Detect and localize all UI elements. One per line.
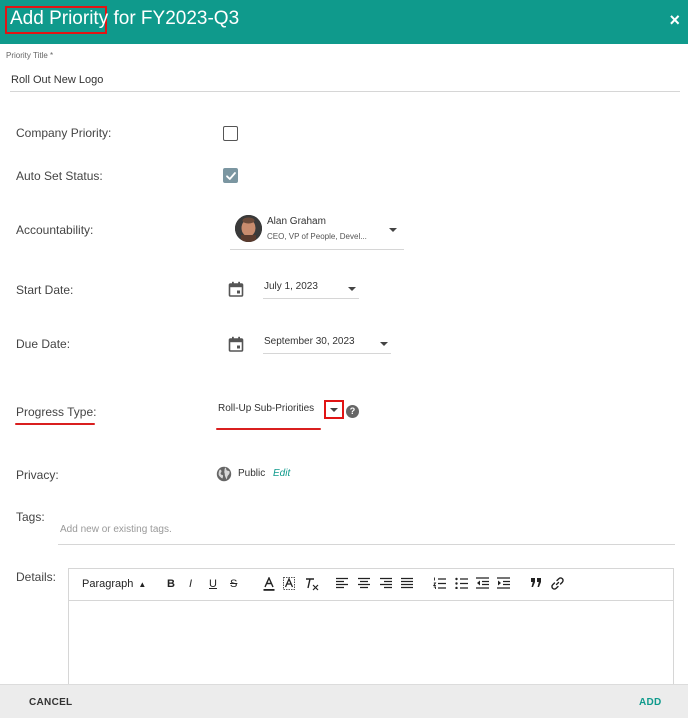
due-date-label: Due Date:	[16, 337, 71, 351]
calendar-icon[interactable]	[228, 281, 244, 297]
chevron-down-icon	[330, 408, 338, 412]
auto-set-status-checkbox[interactable]	[223, 168, 238, 183]
blockquote-button[interactable]	[530, 577, 542, 589]
chevron-down-icon	[380, 342, 388, 346]
due-date-value: September 30, 2023	[264, 336, 355, 347]
clear-format-button[interactable]	[305, 577, 319, 591]
progress-type-label: Progress Type:	[16, 405, 97, 419]
details-editor: Paragraph ▲ B I U S	[68, 568, 674, 698]
company-priority-checkbox[interactable]	[223, 126, 238, 141]
highlight-icon	[283, 577, 295, 590]
auto-set-status-label: Auto Set Status:	[16, 169, 103, 183]
globe-icon	[216, 466, 232, 482]
outdent-button[interactable]	[476, 577, 489, 589]
font-color-icon	[263, 577, 275, 591]
accountability-select[interactable]: Alan Graham CEO, VP of People, Devel...	[230, 212, 404, 250]
progress-type-value: Roll-Up Sub-Priorities	[218, 403, 315, 414]
chevron-down-icon	[348, 287, 356, 291]
paragraph-format-select[interactable]: Paragraph ▲	[82, 577, 146, 592]
numbered-list-icon	[433, 577, 446, 589]
paragraph-format-label: Paragraph	[82, 578, 134, 590]
align-center-button[interactable]	[358, 577, 370, 589]
close-icon[interactable]: ×	[669, 9, 680, 31]
align-left-icon	[336, 577, 348, 589]
accountability-role: CEO, VP of People, Devel...	[267, 232, 367, 241]
add-button[interactable]: ADD	[639, 697, 662, 708]
indent-icon	[497, 577, 510, 589]
progress-type-select[interactable]: Roll-Up Sub-Priorities	[216, 401, 321, 419]
quote-icon	[531, 578, 541, 587]
priority-title-input[interactable]	[10, 70, 680, 92]
company-priority-label: Company Priority:	[16, 126, 112, 140]
align-right-button[interactable]	[380, 577, 392, 589]
calendar-icon[interactable]	[228, 336, 244, 352]
progress-type-dropdown-button[interactable]	[324, 400, 344, 419]
start-date-label: Start Date:	[16, 283, 74, 297]
due-date-select[interactable]: September 30, 2023	[263, 334, 391, 354]
privacy-label: Privacy:	[16, 468, 59, 482]
underline-button[interactable]: U	[209, 577, 217, 591]
checkmark-icon	[226, 172, 236, 180]
clear-format-icon	[306, 578, 319, 591]
chevron-down-icon	[389, 228, 397, 232]
italic-button[interactable]: I	[189, 577, 192, 591]
privacy-value: Public	[238, 468, 266, 479]
link-icon	[551, 577, 564, 590]
dialog-title-main: Add Priority	[10, 8, 109, 29]
avatar	[235, 215, 262, 242]
align-left-button[interactable]	[336, 577, 348, 589]
tags-label: Tags:	[16, 510, 45, 524]
bold-button[interactable]: B	[167, 577, 175, 591]
highlight-color-button[interactable]	[283, 577, 295, 591]
editor-toolbar: Paragraph ▲ B I U S	[69, 569, 673, 601]
bullet-list-button[interactable]	[455, 577, 468, 589]
dialog-header: Add Priority for FY2023-Q3 ×	[0, 0, 688, 44]
outdent-icon	[476, 577, 489, 589]
annotation-underline	[216, 428, 321, 430]
align-justify-button[interactable]	[401, 577, 413, 589]
privacy-edit-link[interactable]: Edit	[273, 468, 290, 479]
accountability-label: Accountability:	[16, 223, 94, 237]
indent-button[interactable]	[497, 577, 510, 589]
align-center-icon	[358, 577, 370, 589]
sort-icon: ▲	[138, 580, 147, 589]
details-label: Details:	[16, 570, 57, 584]
align-right-icon	[380, 577, 392, 589]
font-color-button[interactable]	[263, 577, 275, 591]
align-justify-icon	[401, 577, 413, 589]
dialog-title-period: for FY2023-Q3	[108, 8, 240, 29]
help-icon[interactable]: ?	[346, 405, 359, 418]
priority-title-label: Priority Title *	[6, 51, 54, 60]
dialog-footer: CANCEL ADD	[0, 684, 688, 718]
numbered-list-button[interactable]	[433, 577, 446, 589]
tags-input[interactable]	[58, 515, 675, 545]
accountability-name: Alan Graham	[267, 216, 326, 227]
insert-link-button[interactable]	[551, 577, 564, 590]
start-date-select[interactable]: July 1, 2023	[263, 279, 359, 299]
annotation-underline	[15, 423, 95, 425]
dialog-title: Add Priority for FY2023-Q3	[10, 8, 239, 30]
cancel-button[interactable]: CANCEL	[29, 697, 72, 708]
start-date-value: July 1, 2023	[264, 281, 318, 292]
strikethrough-button[interactable]: S	[230, 577, 237, 591]
bullet-list-icon	[455, 577, 468, 589]
